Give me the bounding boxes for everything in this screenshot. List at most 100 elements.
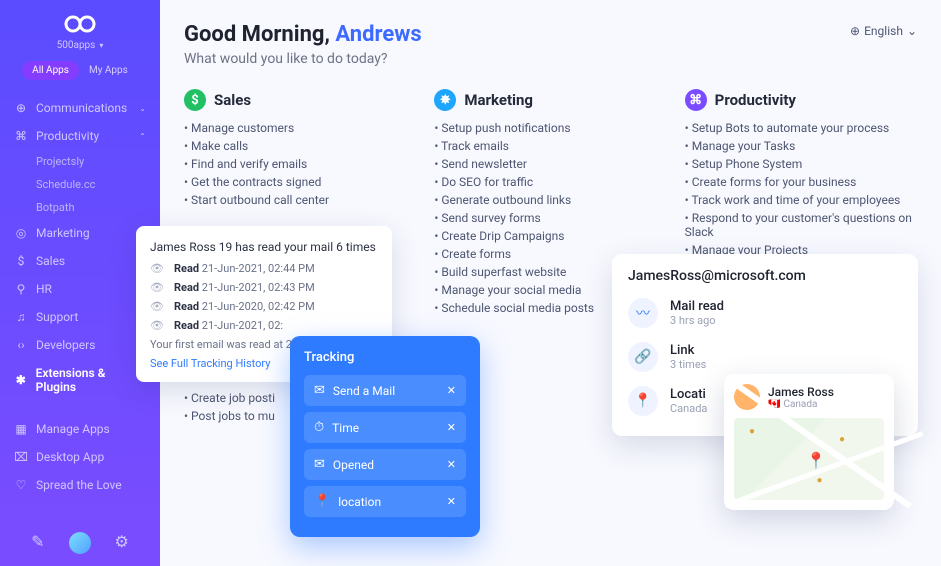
list-item[interactable]: Get the contracts signed bbox=[184, 173, 416, 191]
popup-profile-card: James Ross 🇨🇦Canada 📍 ● ● ● bbox=[724, 374, 894, 510]
sidebar-sub-botpath[interactable]: Botpath bbox=[0, 196, 160, 219]
list-item[interactable]: Generate outbound links bbox=[434, 191, 666, 209]
list-item[interactable]: Manage customers bbox=[184, 119, 416, 137]
read-row: 👁 Read 21-Jun-2021, 02:43 PM bbox=[150, 281, 378, 294]
contact-row-sub: 3 hrs ago bbox=[670, 314, 724, 327]
sidebar-item-manage-apps[interactable]: ▦ Manage Apps bbox=[0, 415, 160, 443]
eye-icon: 👁 bbox=[150, 319, 164, 332]
list-item[interactable]: Find and verify emails bbox=[184, 155, 416, 173]
read-ts: 21-Jun-2021, 02:44 PM bbox=[202, 262, 315, 275]
tracking-item-opened[interactable]: ✉Opened✕ bbox=[304, 449, 466, 480]
open-icon: ✉ bbox=[314, 457, 325, 472]
close-icon[interactable]: ✕ bbox=[447, 421, 456, 434]
contact-email: JamesRoss@microsoft.com bbox=[628, 268, 902, 284]
tracking-item-time[interactable]: ⏱Time✕ bbox=[304, 412, 466, 443]
command-icon: ⌘ bbox=[685, 89, 707, 111]
brand-logo: 500apps ▾ bbox=[0, 14, 160, 51]
read-ts: 21-Jun-2021, 02: bbox=[202, 319, 283, 332]
card-title: Sales bbox=[214, 91, 251, 109]
greeting-name: Andrews bbox=[335, 22, 421, 47]
read-label: Read bbox=[174, 281, 199, 294]
sidebar-item-label: Spread the Love bbox=[36, 478, 122, 492]
tracking-item-send-mail[interactable]: ✉Send a Mail✕ bbox=[304, 375, 466, 406]
contact-row-sub: 3 times bbox=[670, 358, 706, 371]
sidebar-sub-schedule[interactable]: Schedule.cc bbox=[0, 173, 160, 196]
contact-row-link: 🔗 Link3 times bbox=[628, 342, 902, 372]
user-avatar[interactable] bbox=[69, 532, 91, 554]
sidebar-item-label: Developers bbox=[36, 338, 95, 352]
pen-icon[interactable]: ✎ bbox=[31, 532, 44, 554]
read-row: 👁Read 21-Jun-2021, 02:44 PM bbox=[150, 262, 378, 275]
tracking-item-location[interactable]: 📍location✕ bbox=[304, 486, 466, 517]
list-item[interactable]: Track emails bbox=[434, 137, 666, 155]
list-item[interactable]: Setup push notifications bbox=[434, 119, 666, 137]
list-item[interactable]: Send newsletter bbox=[434, 155, 666, 173]
dollar-circle-icon: $ bbox=[184, 89, 206, 111]
contact-row-sub: Canada bbox=[670, 402, 707, 415]
pill-my-apps[interactable]: My Apps bbox=[79, 61, 138, 80]
list-item[interactable]: Start outbound call center bbox=[184, 191, 416, 209]
chevron-down-icon: ⌄ bbox=[139, 104, 146, 113]
profile-country: Canada bbox=[783, 399, 817, 410]
productivity-list: Setup Bots to automate your process Mana… bbox=[685, 119, 917, 259]
sidebar-item-spread-love[interactable]: ♡ Spread the Love bbox=[0, 471, 160, 499]
gear-icon: ✱ bbox=[14, 373, 28, 387]
list-item[interactable]: Send survey forms bbox=[434, 209, 666, 227]
list-item[interactable]: Setup Bots to automate your process bbox=[685, 119, 917, 137]
app-filter-pills: All Apps My Apps bbox=[0, 61, 160, 80]
settings-icon[interactable]: ⚙ bbox=[115, 532, 129, 554]
pin-icon: 📍 bbox=[314, 494, 330, 509]
location-map[interactable]: 📍 ● ● ● bbox=[734, 418, 884, 500]
check-icon: 〰 bbox=[628, 298, 658, 328]
list-item[interactable]: Manage your Tasks bbox=[685, 137, 917, 155]
sidebar-item-label: Sales bbox=[36, 254, 65, 268]
list-item[interactable]: Make calls bbox=[184, 137, 416, 155]
card-title: Productivity bbox=[715, 91, 796, 109]
close-icon[interactable]: ✕ bbox=[447, 458, 456, 471]
sidebar-item-communications[interactable]: ⊕Communications⌄ bbox=[0, 94, 160, 122]
close-icon[interactable]: ✕ bbox=[447, 495, 456, 508]
heart-icon: ♡ bbox=[14, 478, 28, 492]
logo-icon bbox=[63, 14, 97, 38]
close-icon[interactable]: ✕ bbox=[447, 384, 456, 397]
read-row: 👁Read 21-Jun-2020, 02:42 PM bbox=[150, 300, 378, 313]
map-pin-icon: 📍 bbox=[806, 451, 826, 470]
popup-tracking-panel: Tracking ✉Send a Mail✕ ⏱Time✕ ✉Opened✕ 📍… bbox=[290, 336, 480, 537]
sidebar-item-desktop-app[interactable]: ⌧Desktop App bbox=[0, 443, 160, 471]
sidebar-item-label: Manage Apps bbox=[36, 422, 110, 436]
list-item[interactable]: Create forms for your business bbox=[685, 173, 917, 191]
card-title: Marketing bbox=[464, 91, 533, 109]
mail-icon: ✉ bbox=[314, 383, 325, 398]
sidebar-item-label: Productivity bbox=[36, 129, 99, 143]
contact-row-title: Locati bbox=[670, 387, 707, 402]
read-ts: 21-Jun-2021, 02:43 PM bbox=[202, 281, 315, 294]
contact-row-mail-read: 〰 Mail read3 hrs ago bbox=[628, 298, 902, 328]
sidebar-item-label: Support bbox=[36, 310, 78, 324]
list-item[interactable]: Respond to your customer's questions on … bbox=[685, 209, 917, 241]
list-item[interactable]: Track work and time of your employees bbox=[685, 191, 917, 209]
list-item[interactable]: Create Drip Campaigns bbox=[434, 227, 666, 245]
list-item[interactable]: Setup Phone System bbox=[685, 155, 917, 173]
sidebar-item-label: Desktop App bbox=[36, 450, 104, 464]
apps-icon: ▦ bbox=[14, 422, 28, 436]
contact-row-title: Link bbox=[670, 343, 706, 358]
read-label: Read bbox=[174, 300, 199, 313]
eye-icon: 👁 bbox=[150, 281, 164, 294]
sidebar-item-productivity[interactable]: ⌘Productivity⌃ bbox=[0, 122, 160, 150]
sidebar-sub-projectsly[interactable]: Projectsly bbox=[0, 150, 160, 173]
chevron-down-icon[interactable]: ▾ bbox=[99, 41, 103, 50]
tracking-item-label: Time bbox=[332, 421, 359, 435]
map-poi-icon: ● bbox=[749, 426, 755, 437]
language-selector[interactable]: ⊕ English ⌄ bbox=[850, 24, 917, 38]
sidebar-item-label: Marketing bbox=[36, 226, 90, 240]
map-poi-icon: ● bbox=[817, 475, 823, 486]
globe-icon: ⊕ bbox=[850, 24, 860, 38]
list-item[interactable]: Do SEO for traffic bbox=[434, 173, 666, 191]
pill-all-apps[interactable]: All Apps bbox=[22, 61, 79, 80]
read-log-title: James Ross 19 has read your mail 6 times bbox=[150, 240, 378, 254]
read-row: 👁Read 21-Jun-2021, 02: bbox=[150, 319, 378, 332]
chevron-down-icon: ⌄ bbox=[907, 24, 917, 38]
code-icon: ‹› bbox=[14, 338, 28, 352]
target-icon: ◎ bbox=[14, 226, 28, 240]
burst-icon: ✸ bbox=[434, 89, 456, 111]
